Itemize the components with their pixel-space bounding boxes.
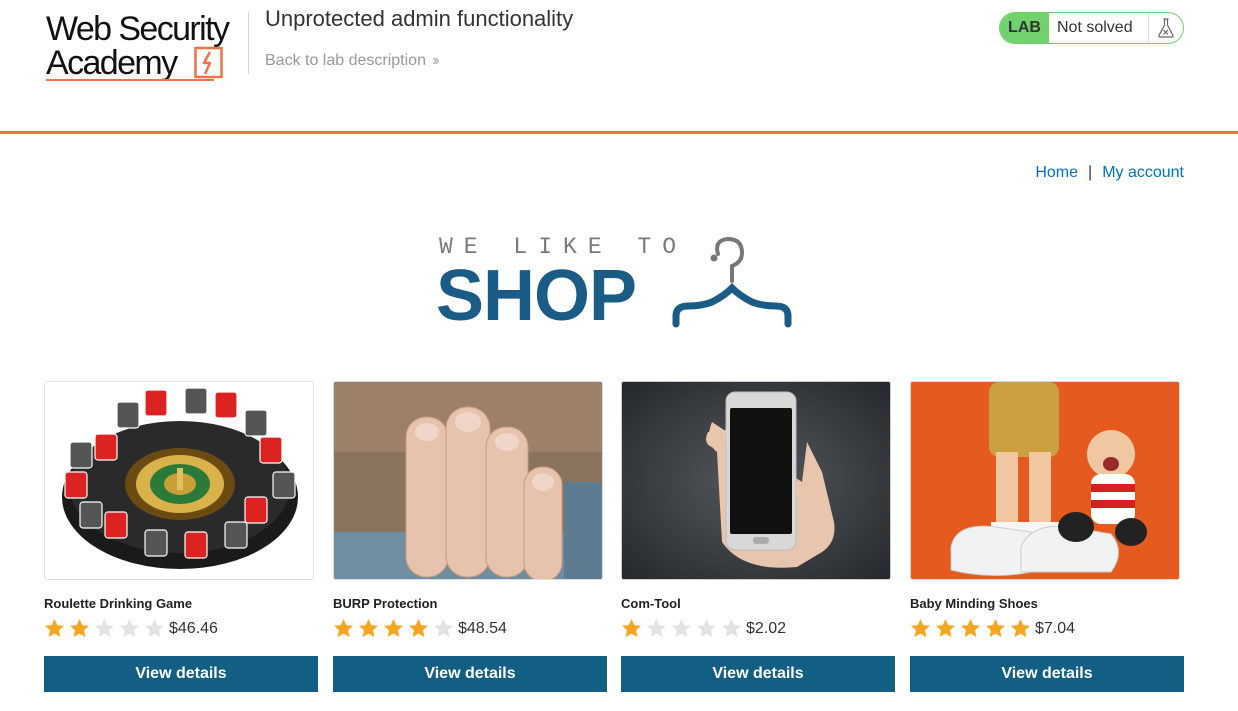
product-price: $48.54 [458,619,507,637]
logo-text-line1: Web Security [46,10,230,48]
star-empty-icon [95,619,114,637]
double-chevron-right-icon: ›› [431,52,439,69]
star-filled-icon [334,619,353,637]
star-filled-icon [384,619,403,637]
product-card: Baby Minding Shoes $7.04 View details [910,381,1184,693]
lab-status-text: Not solved [1057,19,1133,36]
product-price: $2.02 [746,619,787,637]
star-rating [910,618,1035,639]
star-empty-icon [145,619,164,637]
burp-protection-image [333,381,603,580]
product-card: Roulette Drinking Game $46.46 View detai… [44,381,318,693]
lab-title: Unprotected admin functionality [265,6,574,31]
back-link-label: Back to lab description [265,52,426,69]
web-security-academy-logo[interactable]: Web Security Academy [46,8,246,84]
product-rating: $46.46 [44,618,218,639]
product-card: BURP Protection $48.54 View details [333,381,607,693]
roulette-drinking-game-image [44,381,314,580]
star-filled-icon [986,619,1005,637]
product-name: Baby Minding Shoes [910,596,1038,611]
star-filled-icon [622,619,641,637]
star-filled-icon [1011,619,1030,637]
star-filled-icon [70,619,89,637]
product-name: BURP Protection [333,596,438,611]
star-rating [333,618,458,639]
coat-hanger-icon [672,236,792,328]
star-filled-icon [45,619,64,637]
shop-banner: WE LIKE TO SHOP [436,232,796,332]
star-empty-icon [647,619,666,637]
back-to-lab-description-link[interactable]: Back to lab description ›› [265,52,439,70]
star-filled-icon [936,619,955,637]
banner-title: SHOP [436,256,637,336]
com-tool-phone-image [621,381,891,580]
header: Web Security Academy Unprotected admin f… [0,0,1238,134]
nav-separator: | [1088,164,1093,181]
baby-minding-shoes-image [910,381,1180,580]
top-navigation: Home | My account [1035,164,1184,182]
product-rating: $48.54 [333,618,507,639]
product-name: Roulette Drinking Game [44,596,193,611]
view-details-button[interactable]: View details [44,656,318,692]
star-filled-icon [911,619,930,637]
header-accent-line [0,131,1238,134]
product-card: Com-Tool $2.02 View details [621,381,895,693]
nav-home-link[interactable]: Home [1035,164,1078,182]
lab-status-widget: LAB Not solved [999,12,1184,44]
star-empty-icon [120,619,139,637]
lab-badge: LAB [1000,13,1049,43]
view-details-button[interactable]: View details [910,656,1184,692]
view-details-button[interactable]: View details [333,656,607,692]
star-filled-icon [961,619,980,637]
logo-text-line2: Academy [46,44,178,82]
star-empty-icon [672,619,691,637]
header-divider [248,12,249,74]
star-empty-icon [434,619,453,637]
star-rating [44,618,169,639]
logo-underline [46,79,214,81]
star-empty-icon [722,619,741,637]
product-price: $46.46 [169,619,218,637]
nav-my-account-link[interactable]: My account [1102,164,1184,182]
logo-lightning-icon [194,46,223,79]
star-empty-icon [697,619,716,637]
product-rating: $2.02 [621,618,786,639]
product-rating: $7.04 [910,618,1075,639]
view-details-button[interactable]: View details [621,656,895,692]
star-filled-icon [359,619,378,637]
product-price: $7.04 [1035,619,1076,637]
star-filled-icon [409,619,428,637]
star-rating [621,618,746,639]
product-name: Com-Tool [621,596,681,611]
flask-icon [1148,13,1183,43]
